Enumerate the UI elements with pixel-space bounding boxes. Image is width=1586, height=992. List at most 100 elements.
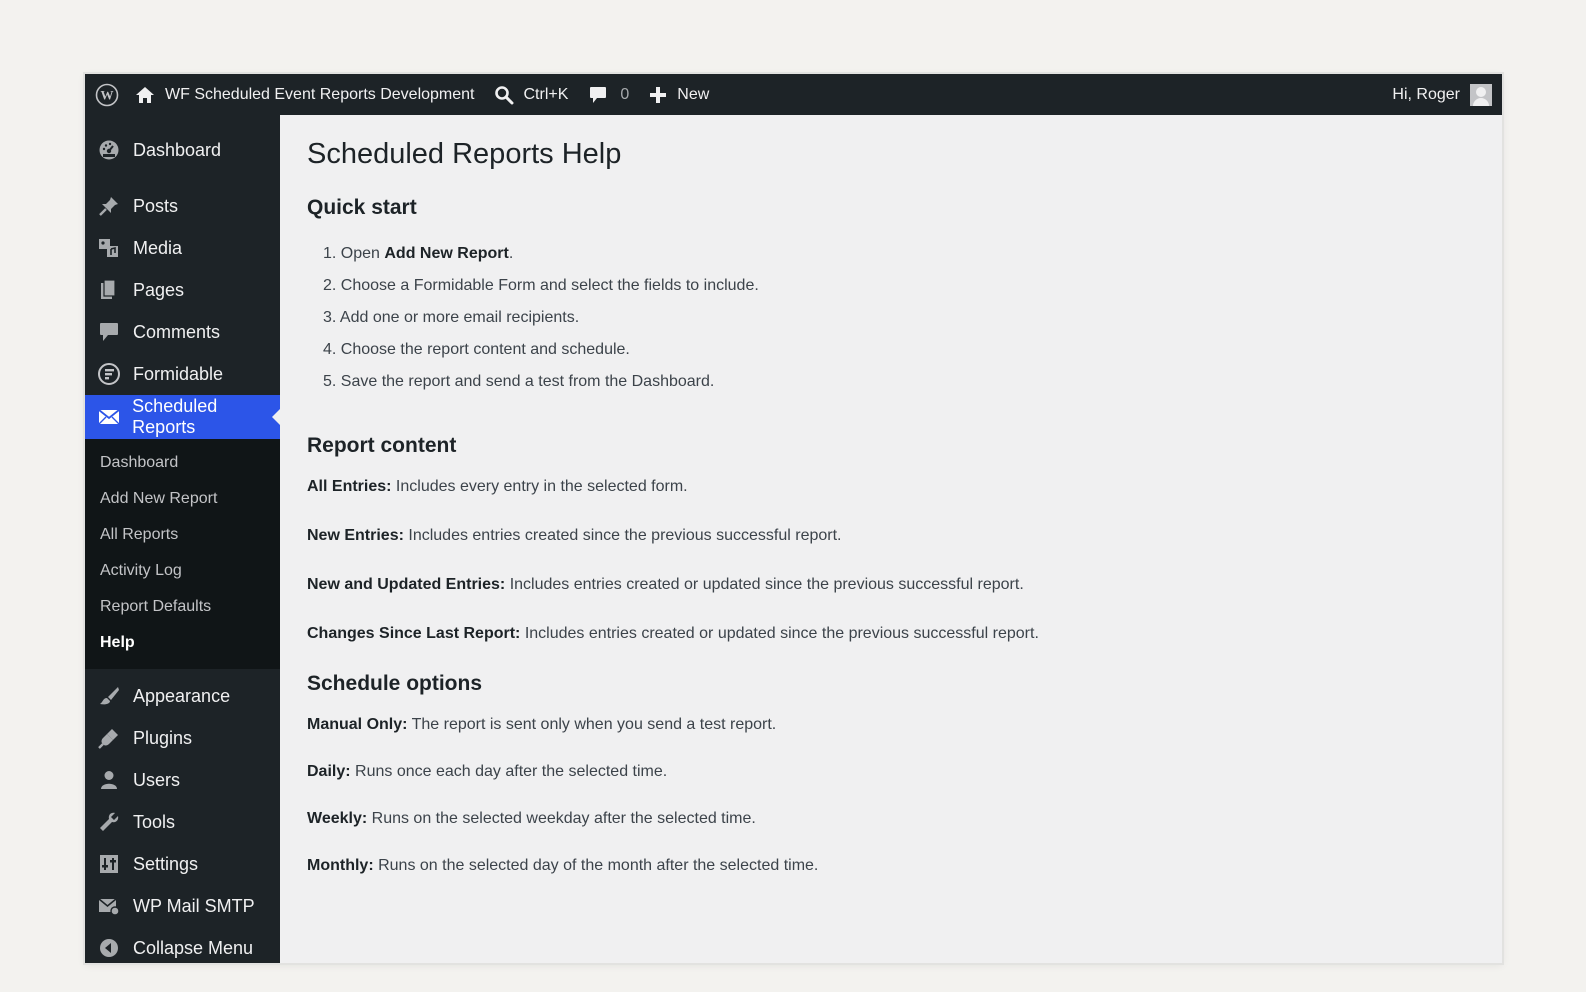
menu-label-formidable: Formidable xyxy=(133,363,224,384)
page-title: Scheduled Reports Help xyxy=(307,138,622,170)
menu-item-settings[interactable]: Settings xyxy=(85,843,280,885)
menu-label-settings: Settings xyxy=(133,853,199,874)
definition-desc: Includes entries created or updated sinc… xyxy=(505,576,1024,593)
formidable-logo-icon xyxy=(97,362,121,386)
definition-term: Changes Since Last Report: xyxy=(307,625,521,642)
envelope-icon xyxy=(97,405,120,429)
new-label: New xyxy=(677,85,710,103)
comment-bubble-icon xyxy=(588,85,608,105)
menu-item-users[interactable]: Users xyxy=(85,759,280,801)
definition-desc: Includes every entry in the selected for… xyxy=(391,478,688,495)
step1-bold: Add New Report xyxy=(384,245,509,262)
wordpress-logo-icon[interactable]: W xyxy=(85,74,129,115)
command-search-button[interactable]: Ctrl+K xyxy=(486,74,580,115)
menu-label-plugins: Plugins xyxy=(133,727,193,748)
definition-item: New and Updated Entries: Includes entrie… xyxy=(307,574,1475,595)
settings-sliders-icon xyxy=(97,852,121,876)
collapse-menu-button[interactable]: Collapse Menu xyxy=(85,927,280,963)
menu-label-tools: Tools xyxy=(133,811,176,832)
step1-prefix: 1. Open xyxy=(323,245,385,262)
menu-label-pages: Pages xyxy=(133,279,185,300)
menu-item-posts[interactable]: Posts xyxy=(85,185,280,227)
menu-label-users: Users xyxy=(133,769,181,790)
schedule-options-section: Schedule options Manual Only: The report… xyxy=(307,672,1475,876)
collapse-arrow-icon xyxy=(97,936,121,960)
definition-desc: Includes entries created since the previ… xyxy=(403,527,842,544)
definition-item: Weekly: Runs on the selected weekday aft… xyxy=(307,808,1475,829)
list-item: 2. Choose a Formidable Form and select t… xyxy=(323,277,759,294)
menu-label-scheduled-reports: Scheduled Reports xyxy=(132,396,218,437)
menu-label-media: Media xyxy=(133,237,183,258)
definition-item: Daily: Runs once each day after the sele… xyxy=(307,761,1475,782)
step1-suffix: . xyxy=(508,245,514,262)
menu-item-appearance[interactable]: Appearance xyxy=(85,675,280,717)
definition-term: Manual Only: xyxy=(307,716,408,733)
menu-item-plugins[interactable]: Plugins xyxy=(85,717,280,759)
definition-term: All Entries: xyxy=(307,478,392,495)
menu-label-collapse: Collapse Menu xyxy=(133,937,254,958)
menu-label-dashboard: Dashboard xyxy=(133,139,222,160)
svg-text:W: W xyxy=(101,87,114,102)
submenu-item-all-reports[interactable]: All Reports xyxy=(85,517,280,553)
quick-start-heading: Quick start xyxy=(307,196,417,219)
definition-term: Monthly: xyxy=(307,857,374,874)
menu-label-posts: Posts xyxy=(133,195,179,216)
definition-term: New Entries: xyxy=(307,527,404,544)
submenu-item-report-defaults[interactable]: Report Defaults xyxy=(85,589,280,625)
menu-item-wp-mail-smtp[interactable]: WP Mail SMTP xyxy=(85,885,280,927)
definition-term: New and Updated Entries: xyxy=(307,576,506,593)
definition-item: Changes Since Last Report: Includes entr… xyxy=(307,623,1475,644)
menu-item-pages[interactable]: Pages xyxy=(85,269,280,311)
comments-link[interactable]: 0 xyxy=(580,74,641,115)
submenu-item-help[interactable]: Help xyxy=(85,625,280,661)
menu-item-comments[interactable]: Comments xyxy=(85,311,280,353)
pages-icon xyxy=(97,278,121,302)
site-name-link[interactable]: WF Scheduled Event Reports Development xyxy=(129,74,486,115)
list-item: 5. Save the report and send a test from … xyxy=(323,373,715,390)
submenu-item-add-new-report[interactable]: Add New Report xyxy=(85,481,280,517)
list-item: 3. Add one or more email recipients. xyxy=(323,309,580,326)
submenu-item-dashboard[interactable]: Dashboard xyxy=(85,445,280,481)
list-item: 4. Choose the report content and schedul… xyxy=(323,341,630,358)
dashboard-gauge-icon xyxy=(97,138,121,162)
mail-icon xyxy=(97,894,121,918)
main-content: Scheduled Reports Help Quick start 1. Op… xyxy=(280,115,1502,963)
plug-icon xyxy=(97,726,121,750)
report-content-section: Report content All Entries: Includes eve… xyxy=(307,434,1475,644)
menu-item-media[interactable]: Media xyxy=(85,227,280,269)
menu-item-tools[interactable]: Tools xyxy=(85,801,280,843)
media-icon xyxy=(97,236,121,260)
search-icon xyxy=(494,85,514,105)
plus-icon xyxy=(649,86,667,104)
menu-label-appearance: Appearance xyxy=(133,685,231,706)
pushpin-icon xyxy=(97,194,121,218)
scheduled-reports-submenu: Dashboard Add New Report All Reports Act… xyxy=(85,439,280,669)
menu-label-wp-mail-smtp: WP Mail SMTP xyxy=(133,895,255,916)
new-content-button[interactable]: New xyxy=(641,74,719,115)
admin-bar: W WF Scheduled Event Reports Development… xyxy=(85,74,1502,115)
quick-start-list: 1. Open Add New Report. 2. Choose a Form… xyxy=(307,238,1475,398)
menu-label-comments: Comments xyxy=(133,321,221,342)
menu-item-dashboard[interactable]: Dashboard xyxy=(85,129,280,171)
wrench-icon xyxy=(97,810,121,834)
definition-desc: Runs once each day after the selected ti… xyxy=(350,763,668,780)
definition-desc: Includes entries created or updated sinc… xyxy=(520,625,1039,642)
definition-term: Daily: xyxy=(307,763,351,780)
site-name: WF Scheduled Event Reports Development xyxy=(165,85,475,103)
definition-desc: Runs on the selected weekday after the s… xyxy=(367,810,756,827)
definition-item: All Entries: Includes every entry in the… xyxy=(307,476,1475,497)
definition-desc: Runs on the selected day of the month af… xyxy=(373,857,819,874)
list-item: 1. Open Add New Report. xyxy=(323,238,1475,270)
schedule-options-heading: Schedule options xyxy=(307,672,483,695)
greeting: Hi, Roger xyxy=(1392,85,1460,103)
my-account-menu[interactable]: Hi, Roger xyxy=(1392,74,1502,115)
comments-icon xyxy=(97,320,121,344)
admin-sidebar: Dashboard Posts Media Pages Comments For… xyxy=(85,115,280,963)
submenu-item-activity-log[interactable]: Activity Log xyxy=(85,553,280,589)
home-icon xyxy=(135,85,155,105)
menu-item-formidable[interactable]: Formidable xyxy=(85,353,280,395)
definition-item: Manual Only: The report is sent only whe… xyxy=(307,714,1475,735)
definition-term: Weekly: xyxy=(307,810,368,827)
menu-item-scheduled-reports[interactable]: Scheduled Reports xyxy=(85,395,280,439)
definition-desc: The report is sent only when you send a … xyxy=(407,716,777,733)
